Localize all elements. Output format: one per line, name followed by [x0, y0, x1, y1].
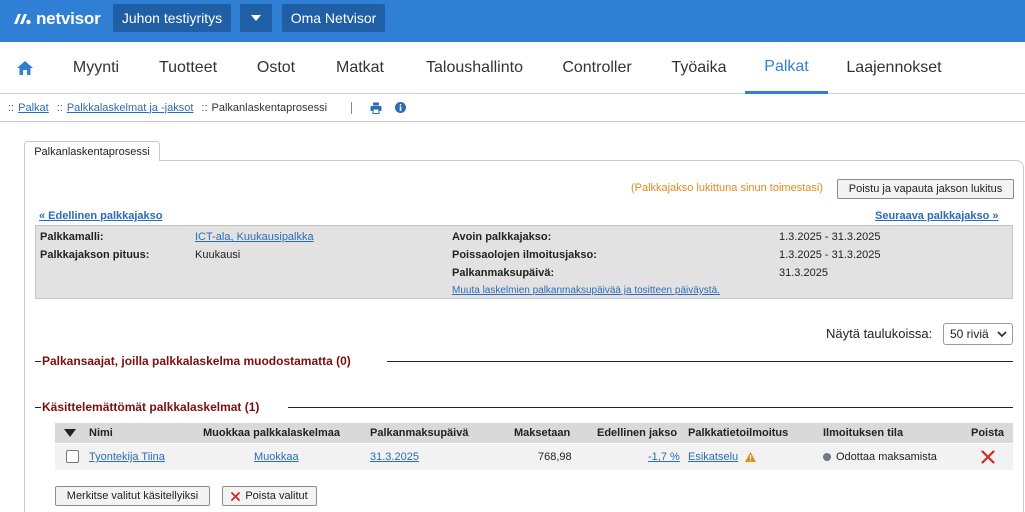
open-period-label: Avoin palkkajakso:	[452, 231, 552, 243]
section-unprocessed-header[interactable]: Käsittelemättömät palkkalaskelmat (1)	[42, 400, 259, 414]
edit-slip-link[interactable]: Muokkaa	[254, 444, 299, 470]
col-header-name[interactable]: Nimi	[89, 423, 113, 443]
nav-item-matkat[interactable]: Matkat	[325, 42, 395, 94]
previous-period-link[interactable]: « Edellinen palkkajakso	[39, 210, 163, 222]
netvisor-logo-icon	[14, 14, 31, 25]
col-header-status: Ilmoituksen tila	[823, 427, 904, 439]
breadcrumb-separator: ::	[8, 101, 15, 114]
delete-selected-label: Poista valitut	[245, 490, 308, 502]
period-info-box: Palkkamalli: ICT-ala, Kuukausipalkka Pal…	[35, 225, 1013, 299]
release-lock-button[interactable]: Poistu ja vapauta jakson lukitus	[837, 179, 1014, 199]
employee-name-link[interactable]: Tyontekija Tiina	[89, 444, 165, 470]
logo-text: netvisor	[36, 9, 101, 28]
info-icon	[394, 102, 406, 113]
chevron-down-icon	[997, 331, 1007, 338]
section-unprocessed-title: Käsittelemättömät palkkalaskelmat (1)	[42, 400, 260, 414]
home-icon	[17, 61, 33, 75]
nav-item-myynti[interactable]: Myynti	[60, 42, 132, 94]
breadcrumb-separator: ::	[201, 101, 208, 114]
report-preview-link[interactable]: Esikatselu	[688, 451, 738, 463]
oma-netvisor-button[interactable]: Oma Netvisor	[282, 4, 385, 32]
company-button[interactable]: Juhon testiyritys	[113, 4, 231, 32]
nav-item-taloushallinto[interactable]: Taloushallinto	[413, 42, 536, 94]
nav-item-controller[interactable]: Controller	[552, 42, 642, 94]
open-period-value: 1.3.2025 - 31.3.2025	[779, 231, 881, 243]
payday-value: 31.3.2025	[779, 267, 828, 279]
col-header-payday[interactable]: Palkanmaksupäivä	[370, 423, 468, 443]
breadcrumb-current: Palkanlaskentaprosessi	[211, 101, 328, 114]
payday-label: Palkanmaksupäivä:	[452, 267, 555, 279]
section-divider	[288, 407, 1013, 408]
delete-selected-button[interactable]: Poista valitut	[222, 486, 317, 506]
absence-period-value: 1.3.2025 - 31.3.2025	[779, 249, 881, 261]
breadcrumb-palkkalaskelmat[interactable]: Palkkalaskelmat ja -jaksot	[67, 102, 194, 114]
breadcrumb-divider	[351, 101, 353, 114]
lock-status-note: (Palkkajakso lukittuna sinun toimestasi)	[631, 182, 823, 194]
period-length-value: Kuukausi	[195, 249, 241, 261]
print-icon	[370, 102, 382, 114]
delete-row-button[interactable]	[981, 444, 995, 470]
netvisor-logo[interactable]: netvisor	[12, 9, 101, 29]
nav-item-tuotteet[interactable]: Tuotteet	[148, 42, 228, 94]
tab-palkanlaskentaprosessi[interactable]: Palkanlaskentaprosessi	[24, 141, 160, 161]
select-all-toggle[interactable]	[64, 423, 76, 443]
col-header-previous[interactable]: Edellinen jakso	[597, 423, 677, 443]
info-button[interactable]	[392, 101, 408, 115]
col-header-paid[interactable]: Maksetaan	[514, 423, 570, 443]
warning-icon[interactable]	[745, 452, 757, 462]
sort-down-icon	[64, 429, 76, 437]
col-header-report: Palkkatietoilmoitus	[688, 427, 789, 439]
nav-item-tyoaika[interactable]: Työaika	[660, 42, 738, 94]
report-cell: Esikatselu	[688, 444, 757, 470]
absence-period-label: Poissaolojen ilmoitusjakso:	[452, 249, 597, 261]
table-header: Nimi Muokkaa palkkalaskelmaa Palkanmaksu…	[55, 423, 1013, 443]
rows-per-page-label: Näytä taulukoissa:	[826, 326, 933, 341]
status-cell: Odottaa maksamista	[823, 444, 937, 470]
col-header-edit: Muokkaa palkkalaskelmaa	[203, 427, 340, 439]
section-divider	[35, 407, 41, 408]
change-payday-link[interactable]: Muuta laskelmien palkanmaksupäivää ja to…	[452, 285, 720, 296]
delete-x-icon	[981, 450, 995, 464]
breadcrumb-separator: ::	[56, 101, 63, 114]
nav-item-ostot[interactable]: Ostot	[246, 42, 306, 94]
nav-home[interactable]	[0, 42, 50, 94]
mark-processed-button[interactable]: Merkitse valitut käsitellyiksi	[55, 486, 210, 506]
payday-link[interactable]: 31.3.2025	[370, 444, 419, 470]
table-row: Tyontekija Tiina Muokkaa 31.3.2025 768,9…	[55, 444, 1013, 470]
breadcrumb: :: Palkat :: Palkkalaskelmat ja -jaksot …	[0, 94, 1025, 122]
col-header-delete: Poista	[971, 427, 1005, 439]
delete-x-icon	[231, 491, 241, 501]
rows-per-page-select[interactable]: 50 riviä	[943, 323, 1013, 345]
section-no-slip-title: Palkansaajat, joilla palkkalaskelma muod…	[42, 354, 351, 368]
salary-model-label: Palkkamalli:	[40, 231, 104, 243]
section-no-slip-header[interactable]: Palkansaajat, joilla palkkalaskelma muod…	[42, 354, 351, 368]
row-select-checkbox[interactable]	[66, 450, 79, 463]
rows-per-page-value: 50 riviä	[950, 327, 989, 341]
nav-item-laajennokset[interactable]: Laajennokset	[838, 42, 950, 94]
chevron-down-icon	[251, 15, 261, 21]
print-button[interactable]	[368, 101, 384, 115]
section-divider	[35, 361, 41, 362]
paid-amount: 768,98	[538, 451, 572, 463]
period-length-label: Palkkajakson pituus:	[40, 249, 150, 261]
previous-period-change-link[interactable]: -1,7 %	[648, 444, 680, 470]
breadcrumb-palkat[interactable]: Palkat	[18, 102, 49, 114]
nav-item-palkat[interactable]: Palkat	[745, 42, 828, 94]
salary-model-link[interactable]: ICT-ala, Kuukausipalkka	[195, 231, 314, 243]
top-bar: netvisor Juhon testiyritys Oma Netvisor	[0, 0, 1025, 42]
main-navigation: Myynti Tuotteet Ostot Matkat Taloushalli…	[0, 42, 1025, 94]
next-period-link[interactable]: Seuraava palkkajakso »	[875, 210, 999, 222]
status-text: Odottaa maksamista	[836, 451, 937, 463]
status-dot-icon	[823, 453, 831, 461]
section-divider	[387, 361, 1013, 362]
company-dropdown-button[interactable]	[240, 4, 272, 32]
